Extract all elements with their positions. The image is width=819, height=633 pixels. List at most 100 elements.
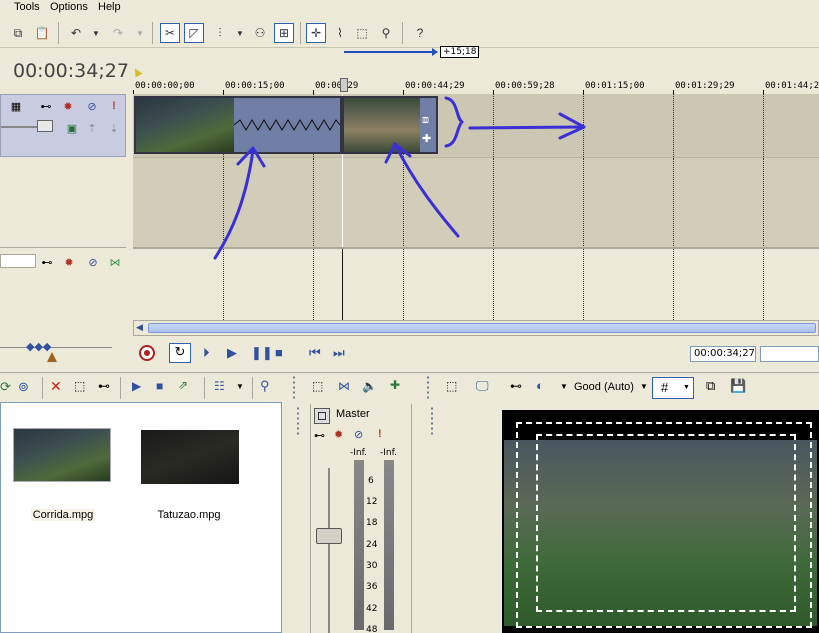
- preview-fx-icon[interactable]: ⊷: [510, 379, 522, 393]
- master-fader-knob[interactable]: [316, 528, 342, 544]
- master-mute-icon[interactable]: ⊘: [354, 428, 363, 441]
- speaker-icon[interactable]: 🔈: [362, 379, 377, 393]
- media-label-tatuzao[interactable]: Tatuzao.mpg: [139, 509, 239, 521]
- make-parent-icon[interactable]: ⇡: [85, 121, 99, 135]
- snap-dropdown-icon[interactable]: ▼: [230, 23, 250, 43]
- preview-quality-select[interactable]: Good (Auto): [574, 381, 634, 393]
- audio-composite-icon[interactable]: ⊷: [40, 255, 54, 269]
- normal-edit-tool-icon[interactable]: ✛: [306, 23, 326, 43]
- copy-icon[interactable]: ⧉: [8, 23, 28, 43]
- import-media-icon[interactable]: ⟳: [0, 379, 11, 395]
- menu-tools[interactable]: Tools: [14, 1, 40, 13]
- play-icon[interactable]: ▶: [227, 345, 237, 361]
- save-snapshot-icon[interactable]: 💾: [730, 378, 746, 394]
- video-clip-tatuzao[interactable]: ⧈ ✚: [342, 96, 438, 154]
- video-track-lower[interactable]: [133, 157, 819, 248]
- menu-options[interactable]: Options: [50, 1, 88, 13]
- cursor-position-field[interactable]: 00:00:34;27: [690, 346, 756, 362]
- ruler-label: 00:01:29;29: [675, 81, 735, 91]
- auto-ripple-icon[interactable]: ✂: [160, 23, 180, 43]
- play-from-start-icon[interactable]: ⏵: [203, 345, 210, 361]
- preview-stop-icon[interactable]: ■: [156, 379, 163, 393]
- mute-icon[interactable]: ⊘: [85, 99, 99, 113]
- auto-preview-icon[interactable]: ⇗: [178, 378, 188, 392]
- copy-snapshot-icon[interactable]: ⧉: [706, 378, 715, 394]
- preview-screen[interactable]: [502, 410, 819, 633]
- scroll-thumb[interactable]: [148, 323, 816, 333]
- split-screen-dropdown-icon[interactable]: ▼: [560, 382, 568, 391]
- stop-icon[interactable]: ■: [275, 345, 283, 360]
- mixer-select-icon[interactable]: ⬚: [312, 379, 323, 393]
- redo-dropdown-icon[interactable]: ▼: [130, 23, 150, 43]
- event-pan-crop-icon[interactable]: ⧈: [422, 114, 429, 127]
- master-composite-icon[interactable]: ⊷: [314, 429, 325, 442]
- record-icon[interactable]: [139, 345, 155, 361]
- composite-mode-icon[interactable]: ▣: [65, 121, 79, 135]
- pause-icon[interactable]: ❚❚: [251, 345, 273, 361]
- timeline-hscroll[interactable]: ◀: [133, 320, 819, 336]
- zoom-slider-track[interactable]: [0, 347, 112, 348]
- track-motion-icon[interactable]: ▦: [9, 99, 23, 113]
- preview-play-icon[interactable]: ▶: [132, 379, 141, 393]
- preview-select-icon[interactable]: ⬚: [446, 379, 457, 393]
- go-to-end-icon[interactable]: ⏭: [333, 345, 345, 361]
- zoom-tool-icon[interactable]: ⚲: [376, 23, 396, 43]
- event-fx-icon[interactable]: ✚: [422, 132, 431, 145]
- video-clip-corrida[interactable]: [134, 96, 342, 154]
- crossfade-icon[interactable]: ◸: [184, 23, 204, 43]
- selection-tool-icon[interactable]: ⬚: [352, 23, 372, 43]
- track-name-field[interactable]: [0, 254, 36, 268]
- overlays-button[interactable]: # ▼: [652, 377, 694, 399]
- solo-icon[interactable]: !: [107, 99, 121, 113]
- composite-icon[interactable]: ⊷: [39, 99, 53, 113]
- views-dropdown-icon[interactable]: ▼: [236, 382, 244, 391]
- search-icon[interactable]: ⚲: [260, 378, 270, 394]
- master-fader-track[interactable]: [328, 468, 330, 633]
- grid-icon: #: [661, 380, 669, 395]
- split-screen-icon[interactable]: ◐: [536, 378, 544, 393]
- audio-fx-icon[interactable]: ✹: [62, 255, 76, 269]
- level-slider-knob[interactable]: [37, 120, 53, 132]
- media-label-corrida[interactable]: Corrida.mpg: [13, 509, 113, 521]
- audio-track-header[interactable]: ⊷ ✹ ⊘ ⋈: [0, 247, 126, 317]
- add-bus-icon[interactable]: ✚: [390, 378, 400, 392]
- paste-icon[interactable]: 📋: [32, 23, 52, 43]
- selection-length-field[interactable]: [760, 346, 819, 362]
- master-solo-icon[interactable]: !: [378, 428, 382, 440]
- search-media-icon[interactable]: ⊚: [18, 379, 29, 395]
- make-child-icon[interactable]: ⇣: [107, 121, 121, 135]
- master-fx-icon[interactable]: ✹: [334, 428, 343, 441]
- master-bus-icon[interactable]: [314, 408, 330, 424]
- track-fx-icon[interactable]: ✹: [61, 99, 75, 113]
- redo-icon[interactable]: ↷: [108, 23, 128, 43]
- rate-slider-icon[interactable]: [47, 352, 57, 362]
- quality-dropdown-icon[interactable]: ▼: [640, 382, 648, 391]
- undo-icon[interactable]: ↶: [66, 23, 86, 43]
- undo-dropdown-icon[interactable]: ▼: [86, 23, 106, 43]
- link-icon[interactable]: ⊷: [98, 379, 110, 393]
- lock-envelopes-icon[interactable]: ⊞: [274, 23, 294, 43]
- playhead-handle[interactable]: [340, 78, 348, 92]
- group-icon[interactable]: ⚇: [250, 23, 270, 43]
- views-icon[interactable]: ☷: [214, 379, 225, 393]
- timeline-cursor-time[interactable]: 00:00:34;27: [13, 60, 129, 82]
- scroll-left-icon[interactable]: ◀: [136, 322, 143, 333]
- project-media-panel[interactable]: Corrida.mpg Tatuzao.mpg: [0, 402, 282, 633]
- snap-icon[interactable]: ⫶: [210, 23, 230, 43]
- audio-track[interactable]: [133, 247, 819, 322]
- media-thumb-tatuzao[interactable]: [141, 430, 239, 484]
- envelope-tool-icon[interactable]: ⌇: [330, 23, 350, 43]
- select-icon[interactable]: ⬚: [74, 379, 85, 393]
- external-monitor-icon[interactable]: 🖵: [476, 378, 489, 394]
- audio-mute-icon[interactable]: ⊘: [86, 255, 100, 269]
- media-thumb-corrida[interactable]: [13, 428, 111, 482]
- meter-scale: 42: [366, 604, 378, 614]
- go-to-start-icon[interactable]: ⏮: [309, 345, 321, 361]
- video-track-header[interactable]: ▦ ⊷ ✹ ⊘ ! ▣ ⇡ ⇣: [0, 94, 126, 157]
- whats-this-help-icon[interactable]: ?: [410, 23, 430, 43]
- delete-icon[interactable]: ✕: [50, 378, 62, 395]
- audio-route-icon[interactable]: ⋈: [108, 255, 122, 269]
- loop-playback-icon[interactable]: ↻: [169, 343, 191, 363]
- menu-help[interactable]: Help: [98, 1, 121, 13]
- downmix-icon[interactable]: ⋈: [338, 379, 350, 393]
